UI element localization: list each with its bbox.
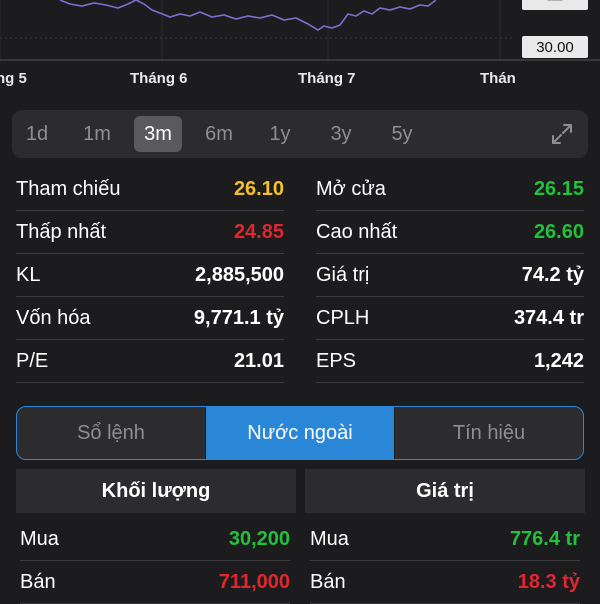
x-axis-label: Tháng 6	[130, 70, 188, 87]
range-option-1m[interactable]: 1m	[73, 116, 121, 152]
expand-icon[interactable]	[550, 122, 574, 146]
stat-pe: P/E 21.01	[16, 340, 284, 383]
range-option-3m[interactable]: 3m	[134, 116, 182, 152]
stat-label: Mở cửa	[316, 177, 386, 200]
range-option-1d[interactable]: 1d	[13, 116, 61, 152]
stat-volume: KL 2,885,500	[16, 254, 284, 297]
stat-label: KL	[16, 263, 41, 286]
stat-label: P/E	[16, 349, 49, 372]
stat-value-traded: Giá trị 74.2 tỷ	[316, 254, 584, 297]
tab-signals[interactable]: Tín hiệu	[395, 407, 583, 459]
stat-label: Giá trị	[316, 263, 370, 286]
price-tag-label: 30.00	[536, 38, 574, 56]
stat-value: 1,242	[533, 349, 584, 372]
stat-outstanding-shares: CPLH 374.4 tr	[316, 297, 584, 340]
volume-header: Khối lượng	[16, 469, 296, 513]
stat-label: Cao nhất	[316, 220, 398, 243]
stat-eps: EPS 1,242	[316, 340, 584, 383]
row-value: 711,000	[218, 570, 290, 593]
stat-value: 74.2 tỷ	[521, 263, 584, 286]
stat-value: 374.4 tr	[513, 306, 584, 329]
stat-value: 26.15	[533, 177, 584, 200]
row-label: Mua	[20, 527, 59, 550]
x-axis-label: Tháng 7	[298, 70, 356, 87]
stat-open: Mở cửa 26.15	[316, 168, 584, 211]
stat-value: 9,771.1 tỷ	[193, 306, 284, 329]
range-option-3y[interactable]: 3y	[317, 116, 365, 152]
stat-market-cap: Vốn hóa 9,771.1 tỷ	[16, 297, 284, 340]
stat-value: 26.60	[533, 220, 584, 243]
stat-label: EPS	[316, 349, 357, 372]
stat-low: Thấp nhất 24.85	[16, 211, 284, 254]
stat-reference: Tham chiếu 26.10	[16, 168, 284, 211]
price-tag-upper: —	[522, 0, 588, 10]
value-header: Giá trị	[305, 469, 585, 513]
row-value: 18.3 tỷ	[517, 570, 580, 593]
stat-value: 24.85	[233, 220, 284, 243]
row-label: Mua	[310, 527, 349, 550]
price-chart[interactable]: — 30.00	[0, 0, 600, 62]
range-option-6m[interactable]: 6m	[195, 116, 243, 152]
row-label: Bán	[20, 570, 56, 593]
stat-label: Thấp nhất	[16, 220, 107, 243]
price-chart-svg	[0, 0, 600, 62]
chart-x-axis: ng 5 Tháng 6 Tháng 7 Thán	[0, 70, 600, 92]
stat-label: CPLH	[316, 306, 370, 329]
row-value: 776.4 tr	[509, 527, 580, 550]
stat-value: 26.10	[233, 177, 284, 200]
x-axis-label: ng 5	[0, 70, 27, 87]
stat-label: Vốn hóa	[16, 306, 91, 329]
range-option-5y[interactable]: 5y	[378, 116, 426, 152]
volume-buy-row: Mua 30,200	[20, 518, 290, 561]
detail-tabs: Sổ lệnh Nước ngoài Tín hiệu	[16, 406, 584, 460]
price-tag-lower: 30.00	[522, 36, 588, 58]
value-buy-row: Mua 776.4 tr	[310, 518, 580, 561]
row-value: 30,200	[228, 527, 290, 550]
stat-high: Cao nhất 26.60	[316, 211, 584, 254]
range-option-1y[interactable]: 1y	[256, 116, 304, 152]
stat-value: 21.01	[233, 349, 284, 372]
stat-label: Tham chiếu	[16, 177, 121, 200]
tab-order-book[interactable]: Sổ lệnh	[17, 407, 206, 459]
value-sell-row: Bán 18.3 tỷ	[310, 561, 580, 604]
row-label: Bán	[310, 570, 346, 593]
price-line	[59, 0, 437, 31]
price-tag-label: —	[548, 0, 563, 8]
stat-value: 2,885,500	[195, 263, 284, 286]
range-selector: 1d 1m 3m 6m 1y 3y 5y	[12, 110, 588, 158]
volume-sell-row: Bán 711,000	[20, 561, 290, 604]
x-axis-label: Thán	[480, 70, 516, 87]
tab-foreign[interactable]: Nước ngoài	[206, 407, 395, 459]
